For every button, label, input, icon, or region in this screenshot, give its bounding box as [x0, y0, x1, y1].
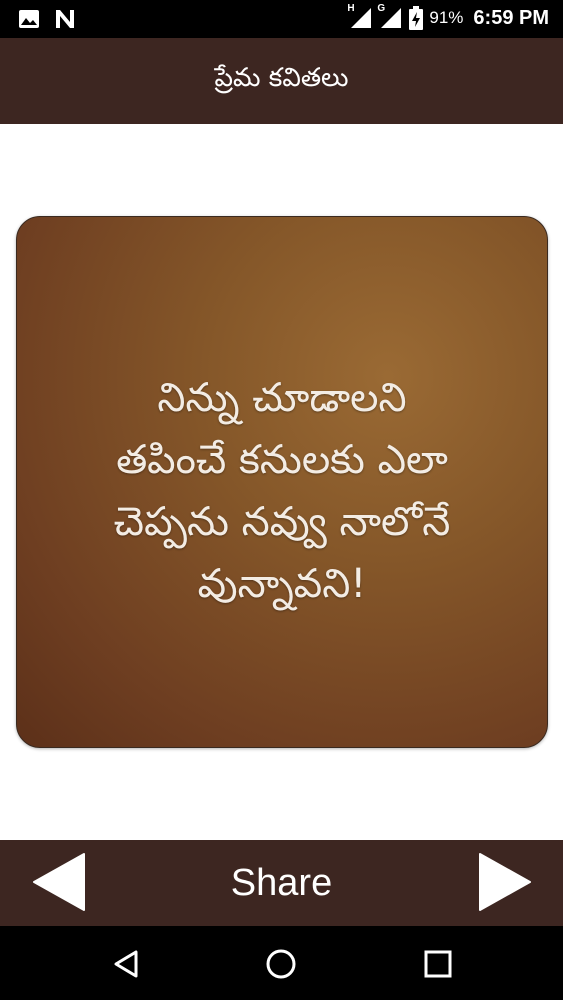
quote-line: తపించే కనులకు ఎలా [116, 437, 448, 483]
back-icon[interactable] [110, 948, 142, 980]
battery-charging-icon [409, 6, 424, 30]
quote-line: నిన్ను చూడాలని [157, 375, 407, 421]
app-title: ప్రేమ కవితలు [214, 63, 349, 93]
gallery-icon [19, 10, 39, 28]
bottom-bar: Share [0, 840, 563, 926]
quote-line: వున్నావని! [197, 561, 367, 607]
signal-icon: H [347, 3, 373, 29]
quote-text: నిన్ను చూడాలని తపించే కనులకు ఎలా చెప్పను… [17, 367, 547, 615]
quote-line: చెప్పను నవ్వు నాలోనే [113, 499, 451, 545]
n-notification-icon [56, 10, 74, 28]
app-bar: ప్రేమ కవితలు [0, 38, 563, 124]
signal-icon: G [377, 3, 403, 29]
status-bar: H G 91% 6:59 PM [0, 0, 563, 38]
clock: 6:59 PM [473, 6, 549, 29]
quote-image-card: నిన్ను చూడాలని తపించే కనులకు ఎలా చెప్పను… [16, 216, 548, 748]
recents-icon[interactable] [422, 948, 454, 980]
system-navigation-bar [0, 926, 563, 1000]
share-button[interactable]: Share [180, 858, 383, 908]
battery-percent: 91% [429, 8, 464, 27]
home-icon[interactable] [265, 948, 297, 980]
content-area: నిన్ను చూడాలని తపించే కనులకు ఎలా చెప్పను… [0, 124, 563, 840]
arrow-right-icon[interactable] [474, 852, 534, 912]
arrow-left-icon[interactable] [30, 852, 90, 912]
